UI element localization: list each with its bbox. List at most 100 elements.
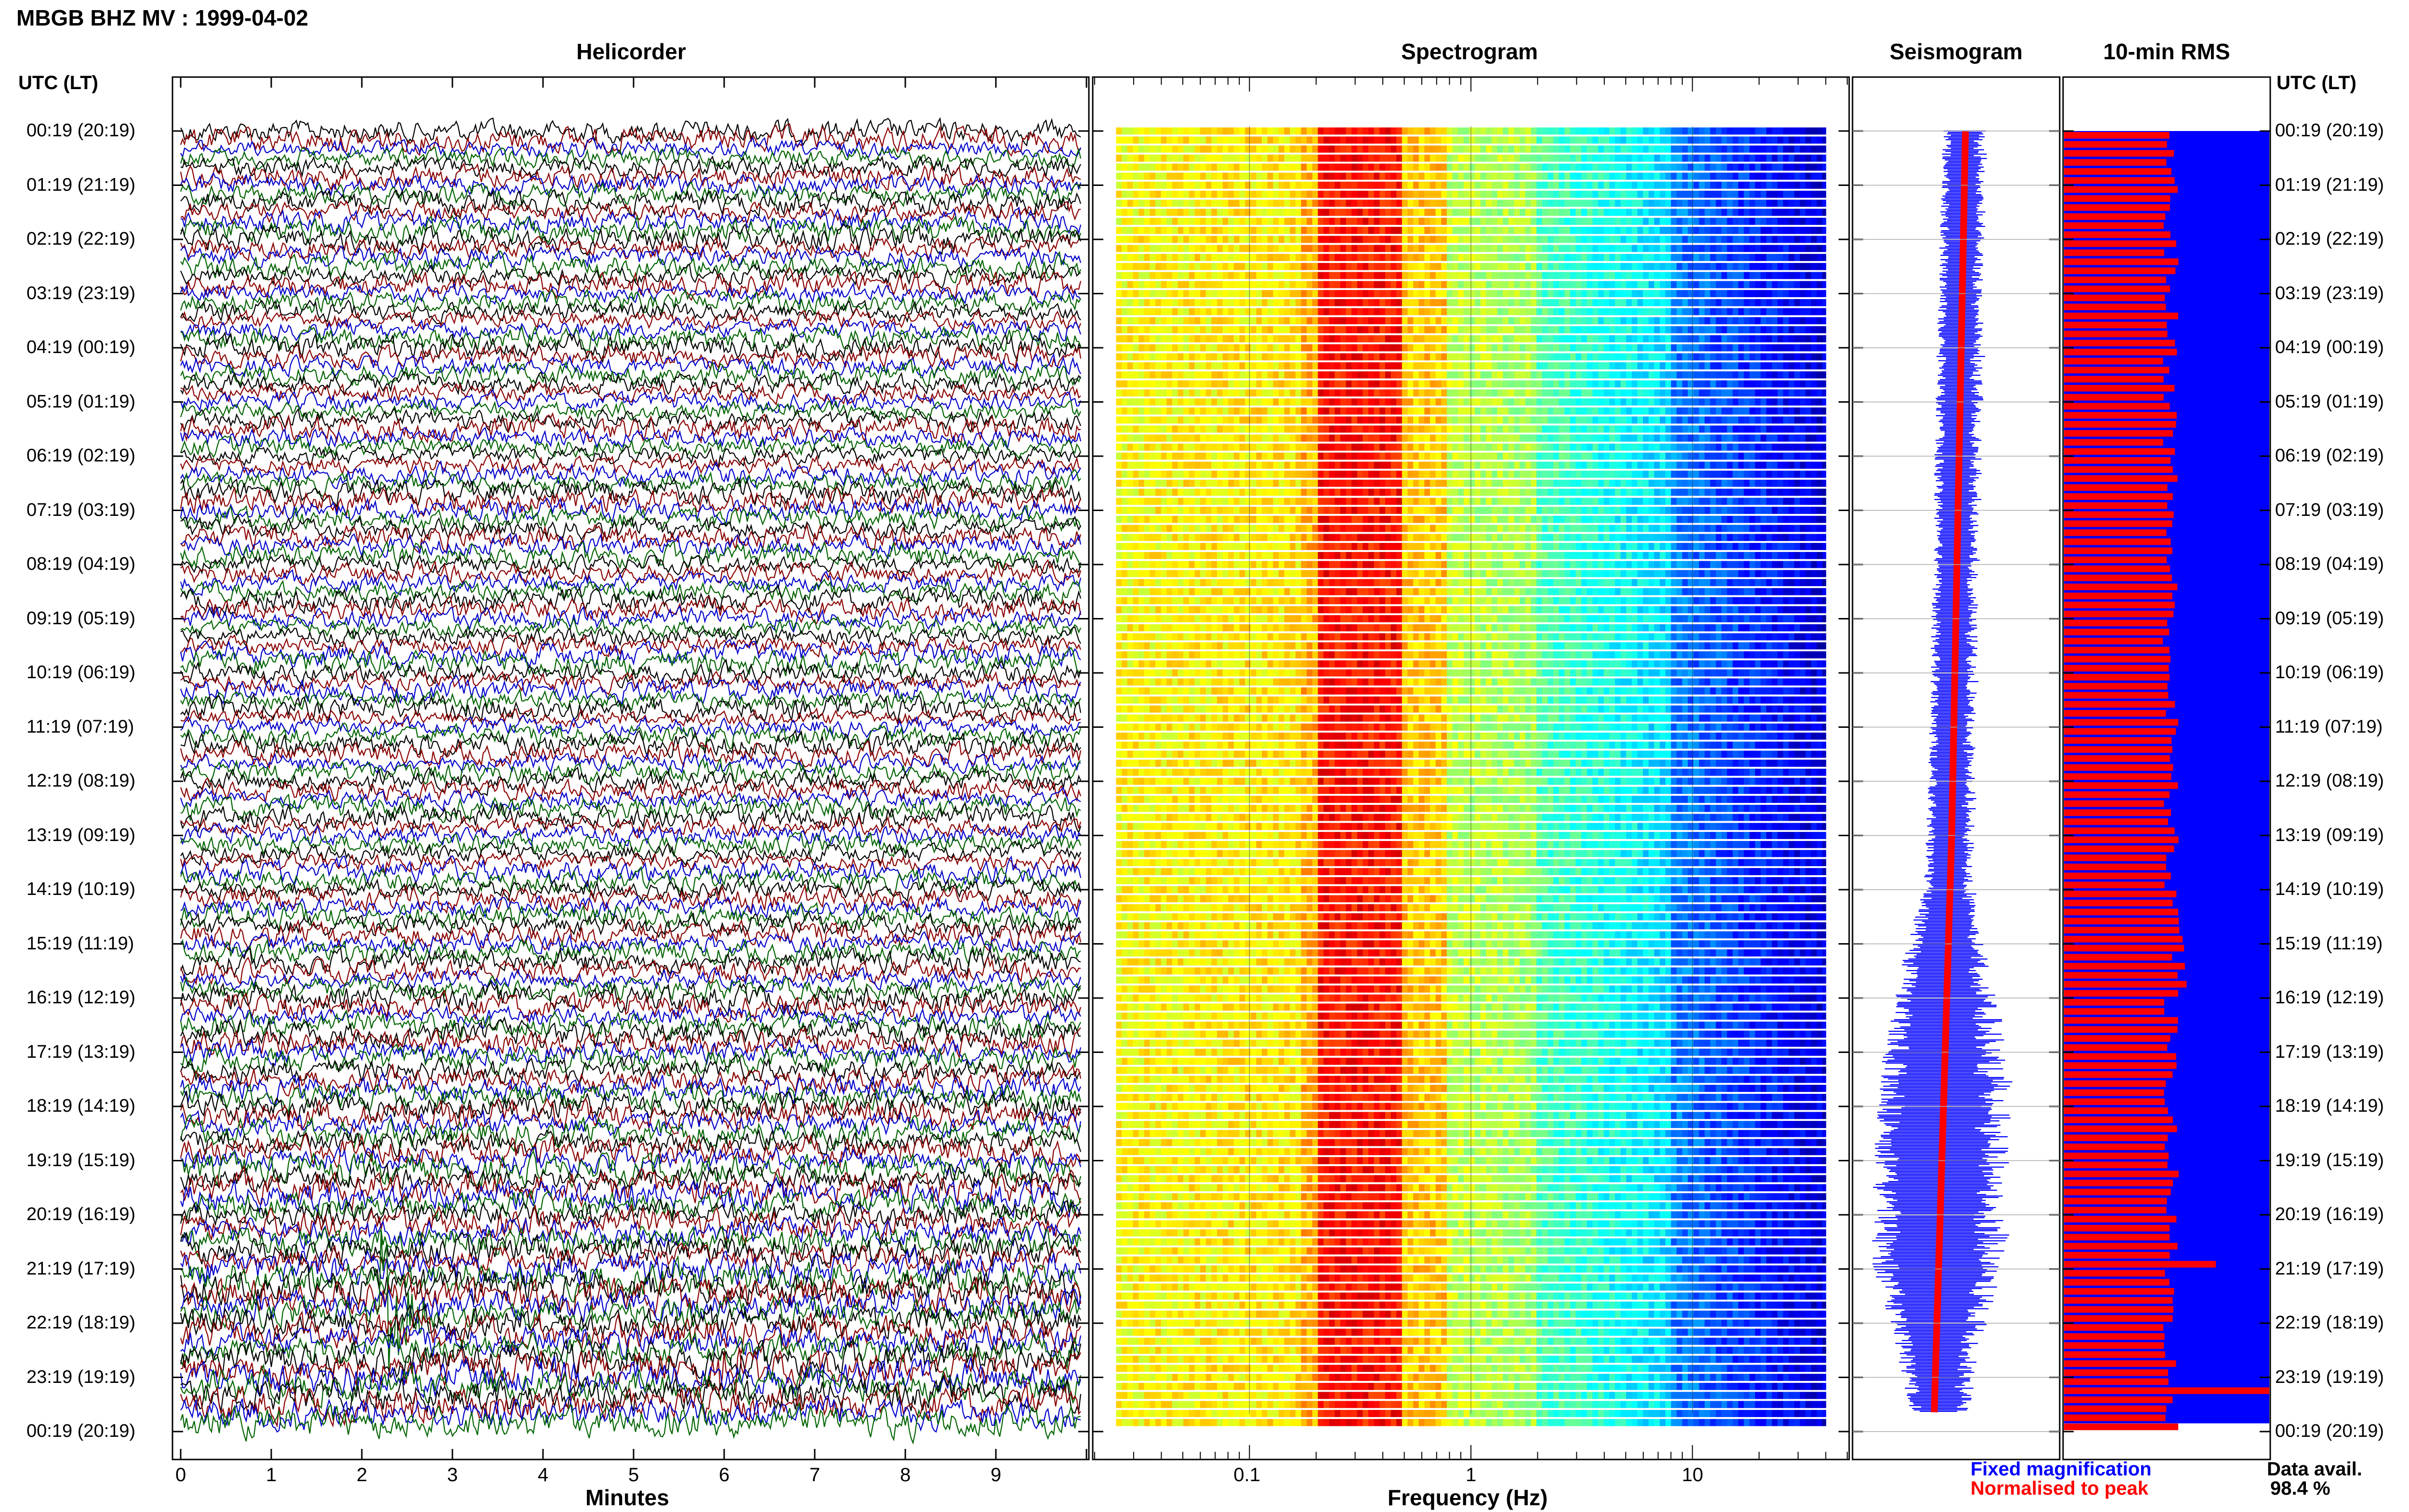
spectrogram-cell xyxy=(1178,263,1184,270)
spectrogram-cell xyxy=(1531,236,1537,243)
spectrogram-cell xyxy=(1659,308,1666,316)
spectrogram-cell xyxy=(1250,308,1257,316)
spectrogram-cell xyxy=(1710,362,1716,369)
spectrogram-cell xyxy=(1615,218,1621,225)
spectrogram-cell xyxy=(1166,398,1173,406)
spectrogram-cell xyxy=(1379,443,1386,451)
spectrogram-cell xyxy=(1553,362,1560,369)
spectrogram-cell xyxy=(1603,443,1610,451)
spectrogram-cell xyxy=(1335,299,1341,306)
spectrogram-cell xyxy=(1335,218,1341,225)
spectrogram-cell xyxy=(1777,226,1784,234)
spectrogram-cell xyxy=(1262,190,1268,198)
spectrogram-cell xyxy=(1295,218,1302,225)
spectrogram-cell xyxy=(1794,163,1800,171)
spectrogram-cell xyxy=(1531,335,1537,342)
spectrogram-cell xyxy=(1161,471,1167,478)
spectrogram-cell xyxy=(1587,263,1593,270)
spectrogram-cell xyxy=(1508,407,1515,415)
spectrogram-cell xyxy=(1407,308,1414,316)
spectrogram-cell xyxy=(1688,452,1694,460)
spectrogram-cell xyxy=(1211,218,1218,225)
spectrogram-cell xyxy=(1816,308,1823,316)
spectrogram-cell xyxy=(1766,344,1773,352)
spectrogram-cell xyxy=(1222,190,1229,198)
spectrogram-cell xyxy=(1267,209,1273,216)
spectrogram-cell xyxy=(1760,353,1767,361)
spectrogram-cell xyxy=(1615,245,1621,252)
spectrogram-cell xyxy=(1222,353,1229,361)
spectrogram-cell xyxy=(1239,425,1245,433)
spectrogram-cell xyxy=(1262,154,1268,162)
spectrogram-cell xyxy=(1766,371,1773,379)
spectrogram-cell xyxy=(1716,380,1722,388)
spectrogram-cell xyxy=(1239,199,1245,207)
spectrogram-cell xyxy=(1340,218,1347,225)
spectrogram-cell xyxy=(1486,380,1492,388)
spectrogram-cell xyxy=(1250,335,1257,342)
spectrogram-cell xyxy=(1699,182,1705,189)
spectrogram-cell xyxy=(1379,236,1386,243)
spectrogram-cell xyxy=(1805,190,1812,198)
spectrogram-cell xyxy=(1463,335,1470,342)
spectrogram-cell xyxy=(1228,407,1234,415)
spectrogram-cell xyxy=(1531,163,1537,171)
spectrogram-cell xyxy=(1245,443,1251,451)
spectrogram-cell xyxy=(1166,290,1173,297)
spectrogram-cell xyxy=(1777,389,1784,397)
spectrogram-cell xyxy=(1284,389,1290,397)
spectrogram-cell xyxy=(1217,245,1223,252)
spectrogram-cell xyxy=(1155,416,1162,424)
spectrogram-cell xyxy=(1379,272,1386,279)
spectrogram-cell xyxy=(1749,380,1756,388)
spectrogram-cell xyxy=(1575,416,1582,424)
spectrogram-cell xyxy=(1721,199,1728,207)
spectrogram-cell xyxy=(1592,199,1599,207)
spectrogram-cell xyxy=(1480,254,1487,261)
spectrogram-cell xyxy=(1318,452,1324,460)
spectrogram-cell xyxy=(1407,136,1414,144)
spectrogram-cell xyxy=(1811,145,1817,153)
spectrogram-cell xyxy=(1480,182,1487,189)
spectrogram-cell xyxy=(1205,172,1212,180)
spectrogram-cell xyxy=(1699,245,1705,252)
spectrogram-cell xyxy=(1245,434,1251,442)
spectrogram-cell xyxy=(1693,182,1700,189)
spectrogram-cell xyxy=(1161,380,1167,388)
spectrogram-cell xyxy=(1575,335,1582,342)
spectrogram-cell xyxy=(1620,389,1627,397)
spectrogram-cell xyxy=(1133,308,1139,316)
spectrogram-cell xyxy=(1721,299,1728,306)
spectrogram-cell xyxy=(1525,416,1532,424)
spectrogram-cell xyxy=(1413,263,1419,270)
spectrogram-cell xyxy=(1682,425,1688,433)
spectrogram-cell xyxy=(1133,163,1139,171)
spectrogram-cell xyxy=(1290,308,1296,316)
spectrogram-cell xyxy=(1458,353,1464,361)
spectrogram-cell xyxy=(1222,281,1229,289)
spectrogram-cell xyxy=(1233,371,1240,379)
spectrogram-cell xyxy=(1615,371,1621,379)
spectrogram-cell xyxy=(1452,362,1458,369)
spectrogram-cell xyxy=(1413,353,1419,361)
spectrogram-cell xyxy=(1514,425,1520,433)
spectrogram-cell xyxy=(1127,209,1134,216)
spectrogram-cell xyxy=(1155,172,1162,180)
spectrogram-cell xyxy=(1626,416,1632,424)
spectrogram-cell xyxy=(1609,317,1615,325)
spectrogram-cell xyxy=(1245,398,1251,406)
spectrogram-cell xyxy=(1385,353,1391,361)
spectrogram-cell xyxy=(1525,190,1532,198)
spectrogram-cell xyxy=(1324,389,1330,397)
spectrogram-cell xyxy=(1525,398,1532,406)
spectrogram-cell xyxy=(1688,281,1694,289)
spectrogram-cell xyxy=(1228,226,1234,234)
spectrogram-cell xyxy=(1497,452,1503,460)
spectrogram-cell xyxy=(1250,299,1257,306)
spectrogram-cell xyxy=(1716,434,1722,442)
spectrogram-cell xyxy=(1452,136,1458,144)
spectrogram-cell xyxy=(1620,172,1627,180)
spectrogram-cell xyxy=(1256,136,1262,144)
spectrogram-cell xyxy=(1166,443,1173,451)
spectrogram-cell xyxy=(1133,245,1139,252)
